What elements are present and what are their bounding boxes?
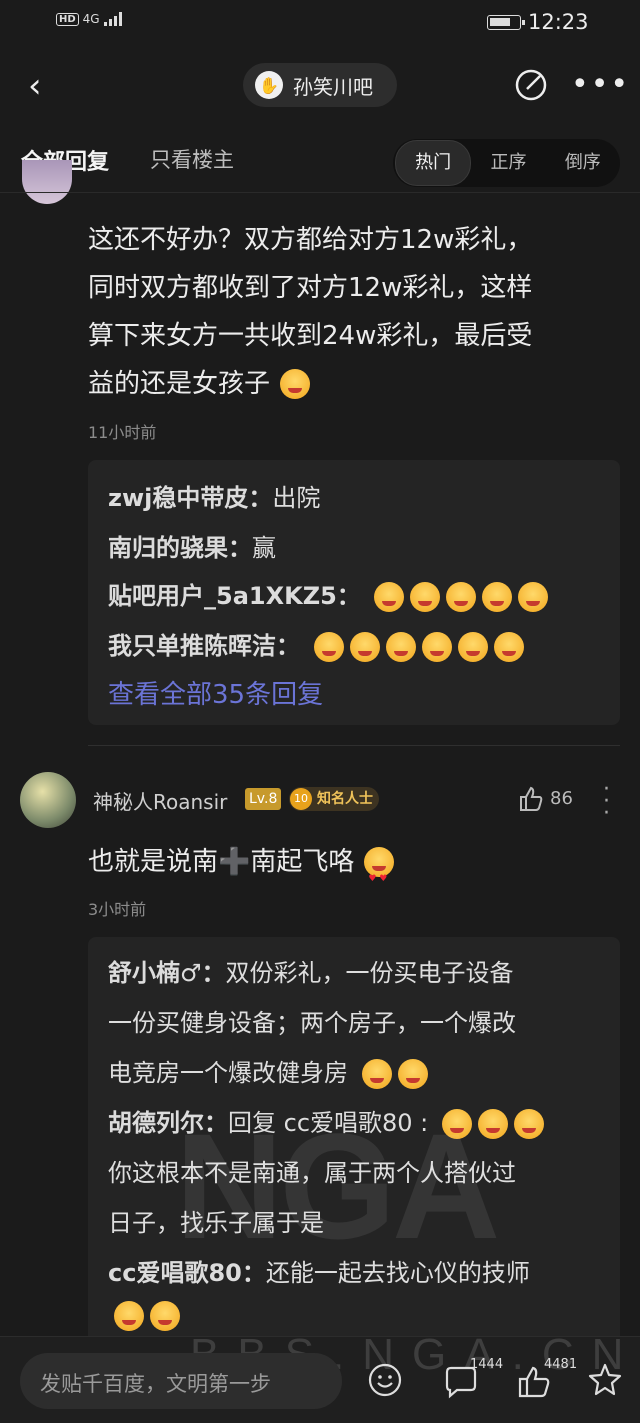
grin-emoji-icon <box>349 632 380 662</box>
divider <box>88 745 620 746</box>
reply-text: 赢 <box>252 534 276 562</box>
like-count: 86 <box>550 788 573 809</box>
hug-emoji-icon <box>280 369 311 399</box>
sort-hot[interactable]: 热门 <box>395 140 472 186</box>
signal-icon <box>103 12 122 26</box>
grin-emoji-icon <box>421 632 452 662</box>
grin-emoji-icon <box>410 582 441 612</box>
thumbs-up-icon[interactable] <box>518 786 544 812</box>
battery-icon <box>487 15 525 30</box>
post-time: 11小时前 <box>88 423 157 442</box>
status-bar: HD 4G 12:23 <box>0 0 640 46</box>
post-time: 3小时前 <box>88 900 147 919</box>
avatar[interactable] <box>22 160 72 204</box>
sort-ascending[interactable]: 正序 <box>471 141 545 185</box>
grin-emoji-icon <box>493 632 524 662</box>
like-count: 4481 <box>544 1357 578 1372</box>
reply-author[interactable]: zwj稳中带皮： <box>108 484 272 512</box>
yum-emoji-icon <box>513 1109 544 1139</box>
reply-item: 电竞房一个爆改健身房 <box>108 1053 428 1089</box>
reply-item: 贴吧用户_5a1XKZ5： <box>108 576 549 612</box>
post-line: 这还不好办？双方都给对方12w彩礼， <box>88 225 533 255</box>
view-all-replies-link[interactable]: 查看全部35条回复 <box>108 674 323 711</box>
hug-emoji-icon <box>397 1059 428 1089</box>
reply-box[interactable]: zwj稳中带皮：出院 南归的骁果：赢 贴吧用户_5a1XKZ5： 我只单推陈晖洁… <box>88 460 620 725</box>
reply-text: 电竞房一个爆改健身房 <box>108 1059 348 1087</box>
hug-emoji-icon <box>150 1301 180 1331</box>
reply-item <box>108 1301 180 1331</box>
reply-text: 一份买健身设备；两个房子，一个爆改 <box>108 1009 516 1037</box>
sort-descending[interactable]: 倒序 <box>546 141 620 185</box>
heart-eyes-emoji-icon <box>364 847 395 905</box>
reply-text: 双份彩礼，一份买电子设备 <box>225 959 514 987</box>
sort-toggle: 热门 正序 倒序 <box>393 139 620 187</box>
grin-emoji-icon <box>374 582 405 612</box>
hd-icon: HD <box>56 12 79 26</box>
username[interactable]: 神秘人Roansir <box>93 786 227 815</box>
post-more-icon[interactable]: · · · <box>603 779 610 825</box>
post-line-wrap: 也就是说南➕南起飞咯 <box>88 836 618 905</box>
reply-item: 南归的骁果：赢 <box>108 528 276 563</box>
watermark-logo: NGA <box>175 1102 500 1270</box>
grin-emoji-icon <box>457 632 488 662</box>
reply-author[interactable]: 贴吧用户_5a1XKZ5： <box>108 582 361 610</box>
reply-author[interactable]: 南归的骁果： <box>108 534 252 562</box>
comment-placeholder[interactable]: 发贴千百度，文明第一步 <box>40 1368 271 1398</box>
post-line: 算下来女方一共收到24w彩礼，最后受 <box>88 321 533 351</box>
edit-icon[interactable] <box>514 68 548 102</box>
reply-author[interactable]: 舒小楠♂： <box>108 959 226 987</box>
network-indicator: HD 4G <box>56 12 122 26</box>
reply-item: zwj稳中带皮：出院 <box>108 478 320 513</box>
reply-author[interactable]: 我只单推陈晖洁： <box>108 632 300 660</box>
reply-text: 出院 <box>272 484 321 512</box>
forum-button[interactable]: ✋ 孙笑川吧 <box>243 63 397 107</box>
grin-emoji-icon <box>482 582 513 612</box>
comment-count: 1444 <box>470 1357 504 1372</box>
network-type: 4G <box>82 12 100 26</box>
level-badge: Lv.8 <box>245 788 282 810</box>
post-line: 益的还是女孩子 <box>88 369 271 399</box>
forum-avatar: ✋ <box>255 71 283 99</box>
post-line-wrap: 益的还是女孩子 <box>88 358 618 410</box>
hug-emoji-icon <box>361 1059 392 1089</box>
grin-emoji-icon <box>446 582 477 612</box>
avatar[interactable] <box>20 772 76 828</box>
medal-icon: 10 <box>290 788 312 810</box>
star-icon[interactable] <box>587 1362 623 1398</box>
emoji-icon[interactable] <box>367 1362 403 1398</box>
grin-emoji-icon <box>385 632 416 662</box>
clock: 12:23 <box>528 10 589 34</box>
forum-name: 孙笑川吧 <box>293 74 373 99</box>
grin-emoji-icon <box>313 632 344 662</box>
divider <box>0 192 640 193</box>
hug-emoji-icon <box>114 1301 144 1331</box>
reply-item: 我只单推陈晖洁： <box>108 626 524 662</box>
post-line: 同时双方都收到了对方12w彩礼，这样 <box>88 273 533 303</box>
more-icon[interactable]: ••• <box>571 70 630 100</box>
back-icon[interactable]: ‹ <box>28 68 52 104</box>
reply-item: 舒小楠♂：双份彩礼，一份买电子设备 <box>108 953 514 988</box>
grin-emoji-icon <box>518 582 549 612</box>
post-line: 也就是说南➕南起飞咯 <box>88 847 355 877</box>
tab-op-only[interactable]: 只看楼主 <box>150 144 234 174</box>
